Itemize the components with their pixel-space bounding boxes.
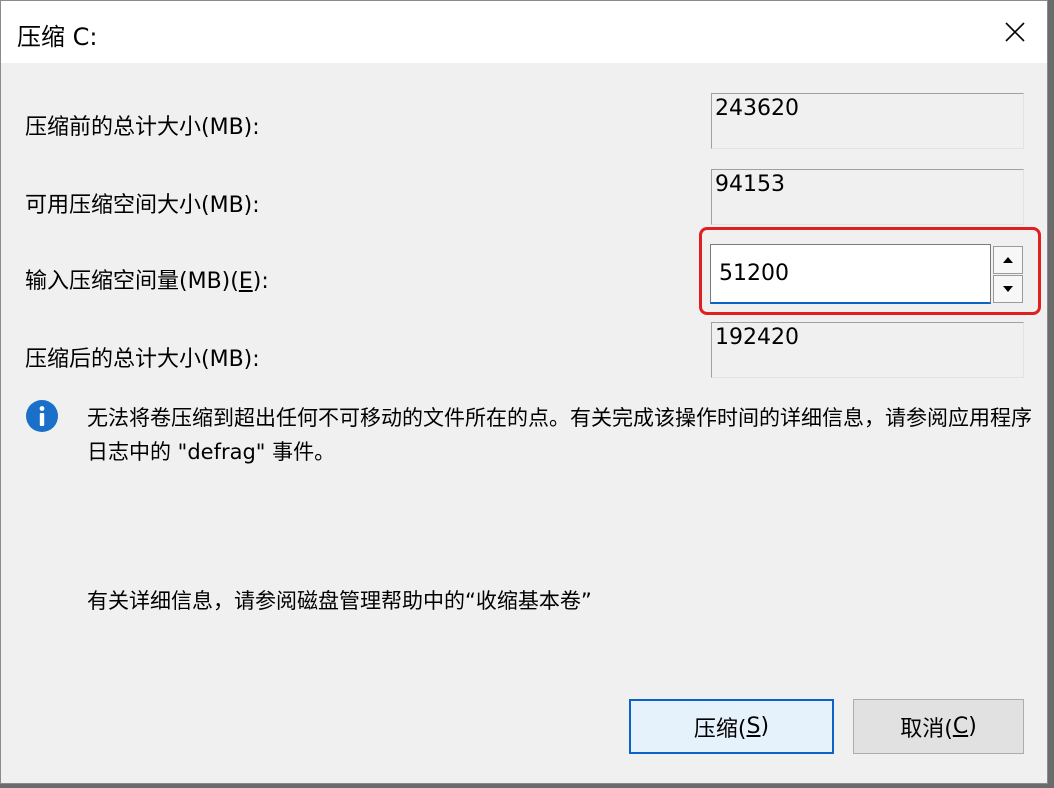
- info-message: 无法将卷压缩到超出任何不可移动的文件所在的点。有关完成该操作时间的详细信息，请参…: [87, 406, 1032, 464]
- shrink-dialog: 压缩 C: 压缩前的总计大小(MB): 243620 可用压缩空间大小(MB):…: [0, 0, 1048, 784]
- title-bar: 压缩 C:: [1, 1, 1047, 63]
- shrink-button[interactable]: 压缩(S): [629, 699, 834, 754]
- total-after-label: 压缩后的总计大小(MB):: [25, 347, 260, 372]
- shrink-amount-label: 输入压缩空间量(MB)(E):: [25, 269, 269, 294]
- chevron-up-icon: [1003, 257, 1013, 263]
- shrink-amount-input[interactable]: [710, 244, 991, 304]
- available-value: 94153: [711, 169, 1024, 225]
- total-before-value: 243620: [711, 93, 1024, 149]
- window-title: 压缩 C:: [17, 23, 98, 51]
- chevron-down-icon: [1003, 286, 1013, 292]
- spin-down-button[interactable]: [993, 275, 1023, 303]
- spin-up-button[interactable]: [993, 246, 1023, 274]
- available-label: 可用压缩空间大小(MB):: [25, 193, 260, 218]
- close-button[interactable]: [983, 1, 1047, 63]
- cancel-button[interactable]: 取消(C): [853, 699, 1024, 754]
- total-after-value: 192420: [711, 322, 1024, 378]
- info-icon: [26, 400, 58, 432]
- help-text: 有关详细信息，请参阅磁盘管理帮助中的“收缩基本卷”: [87, 589, 592, 613]
- close-icon: [1005, 22, 1025, 42]
- total-before-label: 压缩前的总计大小(MB):: [25, 115, 260, 140]
